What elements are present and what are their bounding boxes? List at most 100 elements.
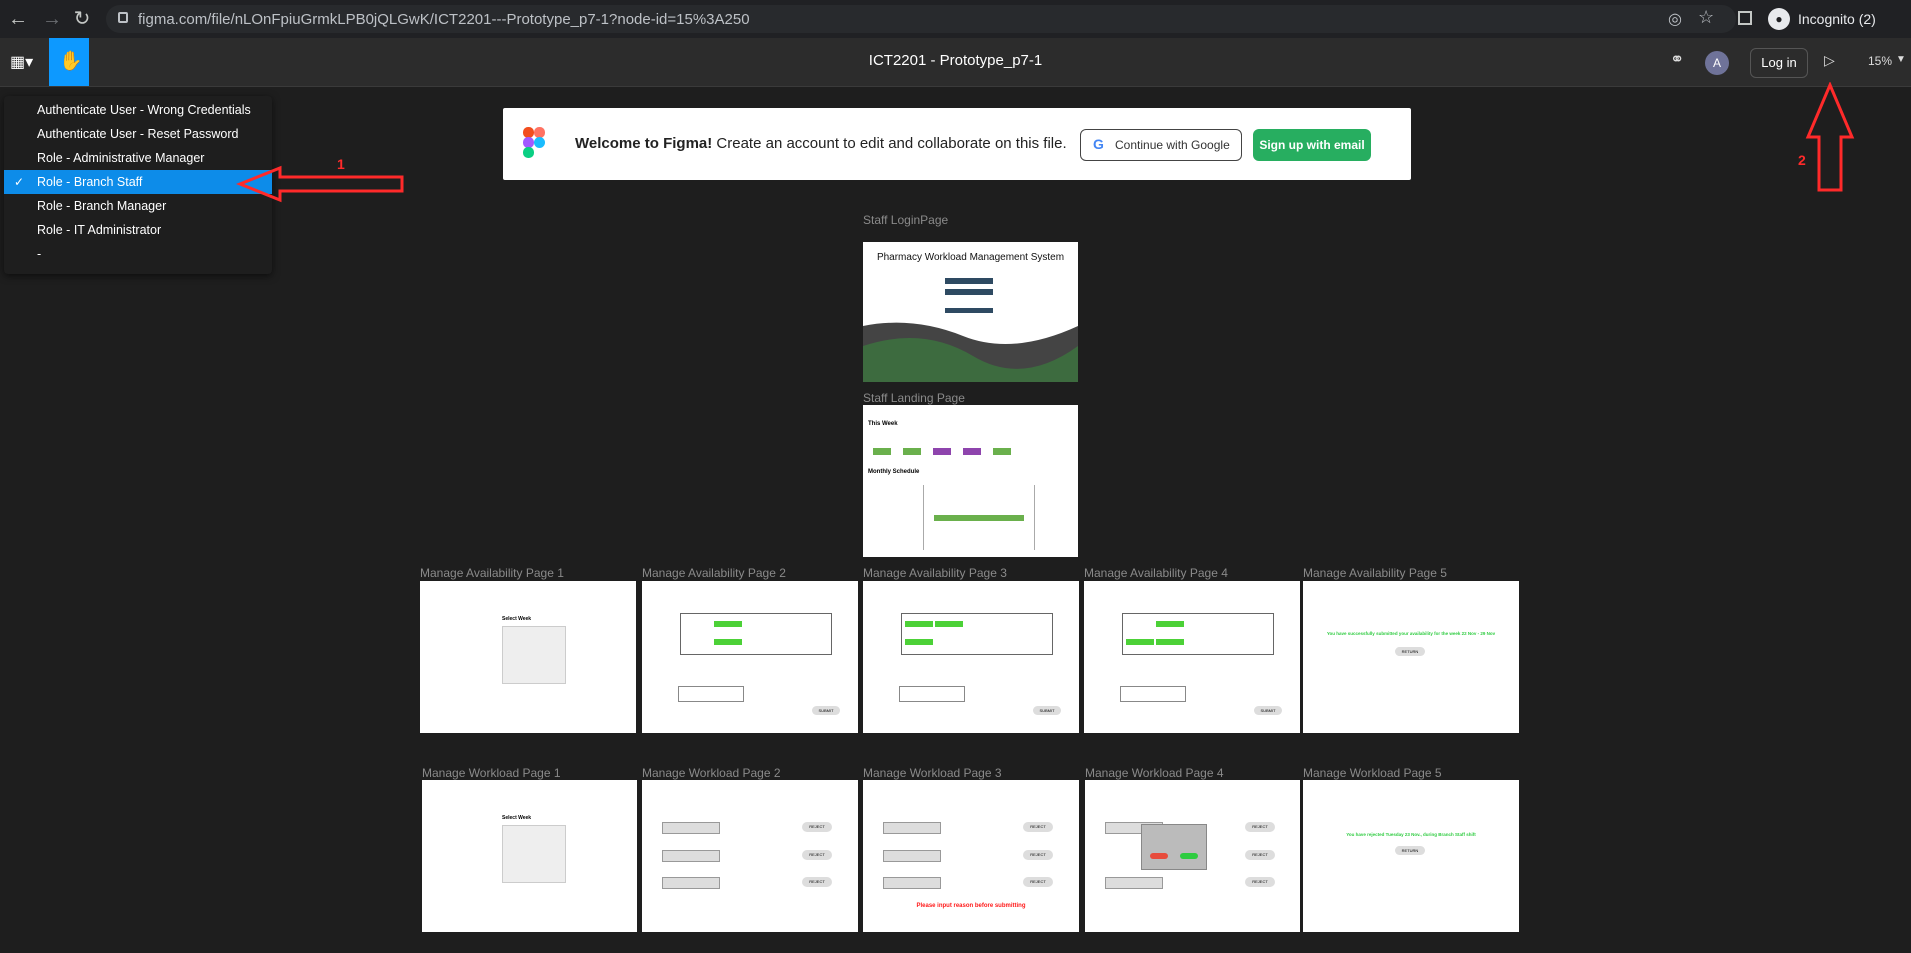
frame-work-4[interactable]: REJECT REJECT REJECT <box>1085 780 1300 932</box>
week-calendar <box>502 825 566 883</box>
shift-chip <box>993 448 1011 455</box>
sign-up-email-button[interactable]: Sign up with email <box>1253 129 1371 161</box>
cancel-button <box>1150 853 1168 859</box>
url-text: figma.com/file/nLOnFpiuGrmkLPB0jQLGwK/IC… <box>138 11 750 28</box>
submit-button: SUBMIT <box>812 706 840 715</box>
frame-work-3[interactable]: REJECT REJECT REJECT Please input reason… <box>863 780 1079 932</box>
shift-chip <box>963 448 981 455</box>
shift-item <box>662 850 720 862</box>
flow-item-branch-staff[interactable]: ✓ Role - Branch Staff <box>4 170 272 194</box>
calendar-shift-row <box>934 515 1024 521</box>
available-slot <box>905 639 933 645</box>
availability-grid <box>680 613 832 655</box>
availability-grid <box>1122 613 1274 655</box>
welcome-text: Welcome to Figma! Create an account to e… <box>575 135 1067 152</box>
google-button-label: Continue with Google <box>1115 138 1230 152</box>
star-icon[interactable]: ☆ <box>1698 7 1714 28</box>
headphones-icon[interactable]: ⚭ <box>1670 50 1684 70</box>
zoom-level[interactable]: 15% <box>1868 54 1892 68</box>
shift-item <box>662 822 720 834</box>
username-field <box>945 278 993 284</box>
frame-label-work-1: Manage Workload Page 1 <box>422 766 561 780</box>
frame-staff-login[interactable]: Pharmacy Workload Management System <box>863 242 1078 382</box>
frame-label-login: Staff LoginPage <box>863 213 949 227</box>
monthly-schedule-heading: Monthly Schedule <box>868 469 920 475</box>
frame-staff-landing[interactable]: This Week Monthly Schedule <box>863 405 1078 557</box>
availability-grid <box>901 613 1053 655</box>
reject-button: REJECT <box>1023 877 1053 887</box>
confirm-dialog <box>1141 824 1207 870</box>
eye-off-icon[interactable]: ◎ <box>1668 9 1682 29</box>
browser-toolbar: ← → ↻ figma.com/file/nLOnFpiuGrmkLPB0jQL… <box>0 0 1911 38</box>
available-slot <box>1126 639 1154 645</box>
reject-button: REJECT <box>802 822 832 832</box>
available-slot <box>1156 639 1184 645</box>
flow-item-label: Role - Branch Staff <box>37 175 143 189</box>
shift-chip <box>873 448 891 455</box>
frame-label-avail-4: Manage Availability Page 4 <box>1084 566 1228 580</box>
flow-item-it-admin[interactable]: Role - IT Administrator <box>4 218 272 242</box>
reject-button: REJECT <box>1245 877 1275 887</box>
flow-item-wrong-credentials[interactable]: Authenticate User - Wrong Credentials <box>4 98 272 122</box>
incognito-icon: ● <box>1768 8 1790 30</box>
flow-item-separator[interactable]: - <box>4 242 272 266</box>
welcome-bold: Welcome to Figma! <box>575 135 713 152</box>
reject-button: REJECT <box>1023 850 1053 860</box>
file-title: ICT2201 - Prototype_p7-1 <box>868 52 1043 69</box>
flow-item-admin-manager[interactable]: Role - Administrative Manager <box>4 146 272 170</box>
reject-button: REJECT <box>1023 822 1053 832</box>
sidebar-icon[interactable] <box>1738 11 1752 25</box>
frame-label-avail-2: Manage Availability Page 2 <box>642 566 786 580</box>
forward-icon[interactable]: → <box>40 7 64 31</box>
present-play-icon[interactable]: ▷ <box>1824 52 1835 69</box>
confirm-button <box>1180 853 1198 859</box>
submit-button: SUBMIT <box>1254 706 1282 715</box>
frame-avail-5[interactable]: You have successfully submitted your ava… <box>1303 581 1519 733</box>
shift-item <box>883 822 941 834</box>
shift-chip <box>933 448 951 455</box>
welcome-banner: Welcome to Figma! Create an account to e… <box>503 108 1411 180</box>
frame-label-avail-3: Manage Availability Page 3 <box>863 566 1007 580</box>
frame-work-5[interactable]: You have rejected Tuesday 23 Nov., durin… <box>1303 780 1519 932</box>
available-slot <box>1156 621 1184 627</box>
preference-field <box>678 686 744 702</box>
frame-avail-2[interactable]: SUBMIT <box>642 581 858 733</box>
frame-work-2[interactable]: REJECT REJECT REJECT <box>642 780 858 932</box>
figma-logo-icon <box>523 127 545 158</box>
login-heading: Pharmacy Workload Management System <box>876 252 1065 263</box>
log-in-button[interactable]: Log in <box>1750 48 1808 78</box>
continue-with-google-button[interactable]: G Continue with Google <box>1080 129 1242 161</box>
frame-label-work-3: Manage Workload Page 3 <box>863 766 1002 780</box>
shift-item <box>662 877 720 889</box>
incognito-badge[interactable]: ● Incognito (2) <box>1766 5 1906 33</box>
flow-item-reset-password[interactable]: Authenticate User - Reset Password <box>4 122 272 146</box>
frame-avail-3[interactable]: SUBMIT <box>863 581 1079 733</box>
password-field <box>945 289 993 295</box>
flow-menu: Authenticate User - Wrong Credentials Au… <box>4 96 272 274</box>
google-icon: G <box>1093 136 1104 152</box>
select-week-label: Select Week <box>502 616 532 622</box>
frame-work-1[interactable]: Select Week <box>422 780 637 932</box>
monthly-calendar <box>923 485 1035 550</box>
login-button <box>945 308 993 313</box>
reject-button: REJECT <box>802 877 832 887</box>
flow-item-branch-manager[interactable]: Role - Branch Manager <box>4 194 272 218</box>
back-icon[interactable]: ← <box>6 7 30 31</box>
reject-button: REJECT <box>802 850 832 860</box>
frame-avail-4[interactable]: SUBMIT <box>1084 581 1300 733</box>
shift-item <box>1105 877 1163 889</box>
return-button: RETURN <box>1395 647 1425 656</box>
frame-label-landing: Staff Landing Page <box>863 391 965 405</box>
annotation-number-1: 1 <box>337 156 345 172</box>
reject-button: REJECT <box>1245 850 1275 860</box>
reject-success-message: You have rejected Tuesday 23 Nov., durin… <box>1346 832 1476 837</box>
frame-label-avail-5: Manage Availability Page 5 <box>1303 566 1447 580</box>
reason-warning: Please input reason before submitting <box>916 903 1026 909</box>
week-calendar <box>502 626 566 684</box>
submit-button: SUBMIT <box>1033 706 1061 715</box>
reload-icon[interactable]: ↻ <box>70 7 94 31</box>
incognito-label: Incognito (2) <box>1798 11 1876 27</box>
avatar[interactable]: A <box>1705 51 1729 75</box>
chevron-down-icon[interactable]: ▼ <box>1896 54 1906 65</box>
frame-avail-1[interactable]: Select Week <box>420 581 636 733</box>
